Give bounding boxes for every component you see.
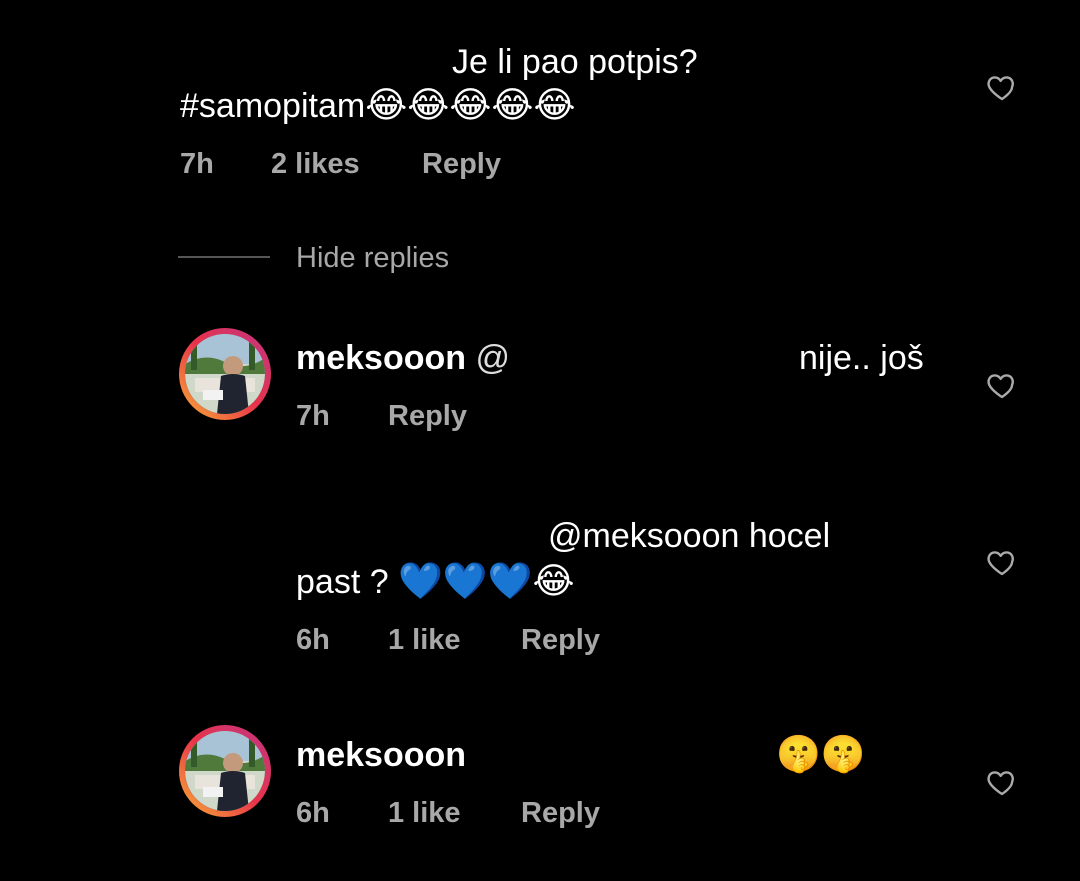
reply-text-tail: nije.. još: [799, 339, 924, 377]
shush-emojis: 🤫🤫: [776, 734, 866, 775]
reply-reply-button[interactable]: Reply: [388, 400, 467, 433]
heart-laugh-emojis: 💙💙💙😂: [398, 561, 575, 602]
reply-text-line2: past ? 💙💙💙😂: [296, 560, 575, 604]
comment-reply-button[interactable]: Reply: [422, 148, 501, 181]
heart-outline-icon[interactable]: [985, 766, 1019, 798]
comment-time: 7h: [180, 148, 214, 180]
reply-time: 6h: [296, 624, 330, 656]
reply-time: 6h: [296, 797, 330, 829]
heart-outline-icon[interactable]: [985, 369, 1019, 401]
comment-likes-count[interactable]: 2 likes: [271, 148, 360, 181]
laugh-emojis: 😂😂😂😂😂: [365, 85, 576, 126]
reply-likes-count[interactable]: 1 like: [388, 624, 461, 657]
comment-text-line2: #samopitam😂😂😂😂😂: [180, 84, 576, 128]
reply-likes-count[interactable]: 1 like: [388, 797, 461, 830]
heart-outline-icon[interactable]: [985, 71, 1019, 103]
reply-reply-button[interactable]: Reply: [521, 797, 600, 830]
mention-link[interactable]: @meksooon: [548, 517, 739, 555]
reply-text: meksooon: [296, 733, 466, 777]
avatar-photo: [185, 731, 265, 811]
reply-text: meksooon @: [296, 336, 510, 380]
reply-reply-button[interactable]: Reply: [521, 624, 600, 657]
reply-text-body: past ?: [296, 563, 389, 601]
avatar[interactable]: [179, 328, 271, 420]
reply-text-tail: hocel: [748, 517, 831, 555]
hide-replies-divider: [178, 256, 270, 258]
username[interactable]: meksooon: [296, 339, 466, 377]
hashtag-link[interactable]: #samopitam: [180, 87, 365, 125]
username[interactable]: meksooon: [296, 736, 466, 774]
mention-prefix[interactable]: @: [476, 339, 511, 377]
reply-text-line1: @meksooon hocel: [548, 514, 830, 558]
avatar[interactable]: [179, 725, 271, 817]
avatar-photo: [185, 334, 265, 414]
reply-time: 7h: [296, 400, 330, 432]
hide-replies-button[interactable]: Hide replies: [296, 242, 449, 275]
heart-outline-icon[interactable]: [985, 546, 1019, 578]
comment-text-line1: Je li pao potpis?: [452, 43, 698, 81]
